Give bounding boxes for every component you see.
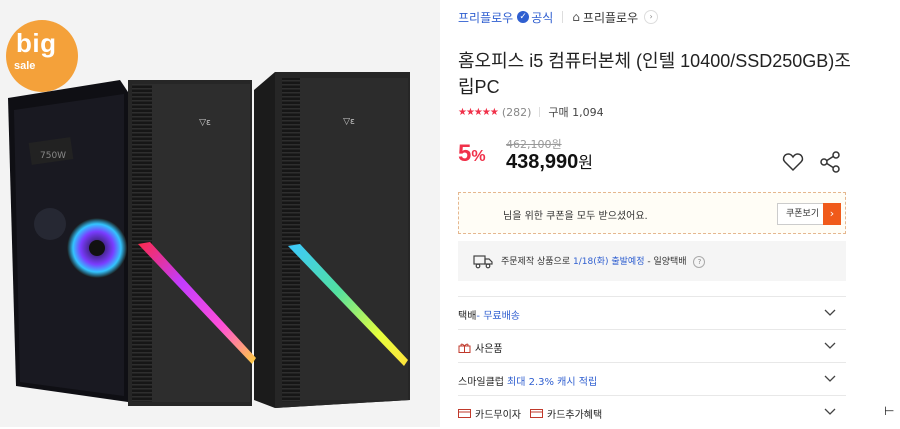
smileclub-value: 최대 2.3% 캐시 적립 [507,377,598,388]
shipping-prefix: 주문제작 상품으로 [501,257,571,267]
badge-sale-text: sale [14,60,36,72]
product-title: 홈오피스 i5 컴퓨터본체 (인텔 10400/SSD250GB)조립PC [458,51,851,97]
divider [539,107,541,117]
option-label: 사은품 [458,340,503,355]
option-label: 택배 - 무료배송 [458,307,520,322]
chevron-down-icon[interactable] [824,339,836,351]
truck-icon [473,255,493,269]
store-row: 프리플로우 ✓ 공식 ⌂ 프리플로우 › [458,9,659,26]
discount-unit: % [471,148,486,165]
delivery-value: - 무료배송 [476,311,520,322]
discount-value: 5 [458,140,472,167]
divider [562,11,564,23]
big-sale-badge: big sale [6,20,78,92]
sale-price: 438,990원 [506,149,593,174]
svg-text:▽ε: ▽ε [199,118,211,128]
card-installment-label: 카드무이자 [475,410,521,421]
chevron-down-icon[interactable] [824,306,836,318]
badge-big-text: big [16,28,57,58]
option-row-card[interactable]: 카드무이자 카드추가혜택 [458,395,846,429]
credit-card-icon [458,409,471,418]
delivery-label: 택배 [458,311,477,322]
store-link[interactable]: 프리플로우 [583,9,638,26]
home-icon: ⌂ [572,10,580,24]
option-label: 스마일클럽 최대 2.3% 캐시 적립 [458,373,597,388]
brand-link[interactable]: 프리플로우 [458,9,513,26]
option-label: 카드무이자 카드추가혜택 [458,406,602,421]
shipping-info: 주문제작 상품으로 1/18(화) 출발예정 - 일양택배 ? [458,241,846,281]
smileclub-label: 스마일클럽 [458,377,504,388]
gift-label: 사은품 [475,344,503,355]
price-value: 438,990 [506,151,579,173]
cursor-icon: ⊢ [884,404,895,418]
rating-row: ★★★★★ (282) 구매 1,094 [458,104,604,120]
product-info-panel: 프리플로우 ✓ 공식 ⌂ 프리플로우 › 홈오피스 i5 컴퓨터본체 (인텔 1… [440,0,900,427]
review-count[interactable]: (282) [502,106,532,119]
svg-text:750W: 750W [40,151,66,161]
discount-rate: 5% [458,140,486,168]
price-unit: 원 [578,155,594,172]
shipping-text: 주문제작 상품으로 1/18(화) 출발예정 - 일양택배 ? [501,254,706,268]
chevron-down-icon[interactable] [824,372,836,384]
option-row-delivery[interactable]: 택배 - 무료배송 [458,296,846,330]
shipping-date: 1/18(화) 출발예정 [572,257,645,267]
credit-card-icon [530,409,543,418]
heart-icon[interactable] [781,150,805,174]
chevron-down-icon[interactable] [824,405,836,417]
coupon-view-button[interactable]: 쿠폰보기 › [777,203,841,225]
verified-check-icon: ✓ [517,11,530,23]
card-benefit-label: 카드추가혜택 [547,410,603,421]
purchase-count: 구매 1,094 [548,106,604,119]
coupon-box: 님을 위한 쿠폰을 모두 받으셨어요. 쿠폰보기 › [458,192,846,234]
coupon-message: 님을 위한 쿠폰을 모두 받으셨어요. [503,211,648,222]
gift-icon [458,343,471,353]
star-rating-icon: ★★★★★ [458,106,499,118]
svg-text:▽ε: ▽ε [343,117,355,127]
shipping-carrier: - 일양택배 [644,257,687,267]
official-label: 공식 [531,10,554,25]
option-row-gift[interactable]: 사은품 [458,329,846,363]
product-image[interactable]: ▽ε 750W ▽ε big sale [0,0,440,427]
share-icon[interactable] [818,150,842,174]
arrow-right-icon: › [823,203,841,225]
option-row-smileclub[interactable]: 스마일클럽 최대 2.3% 캐시 적립 [458,362,846,396]
coupon-view-label: 쿠폰보기 [786,209,820,219]
chevron-right-icon[interactable]: › [644,10,659,24]
help-icon[interactable]: ? [693,255,706,268]
